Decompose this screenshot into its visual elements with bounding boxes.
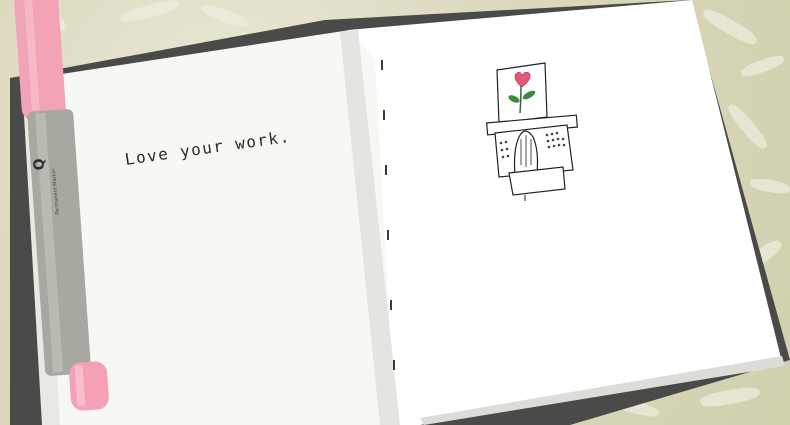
marker-logo: Q [31,158,48,171]
photo-scene: Love your work. Q Permanent Marker [0,0,790,425]
marker-tip [69,361,109,411]
marker-pen: Q [14,0,109,411]
marker-cap [14,0,66,121]
